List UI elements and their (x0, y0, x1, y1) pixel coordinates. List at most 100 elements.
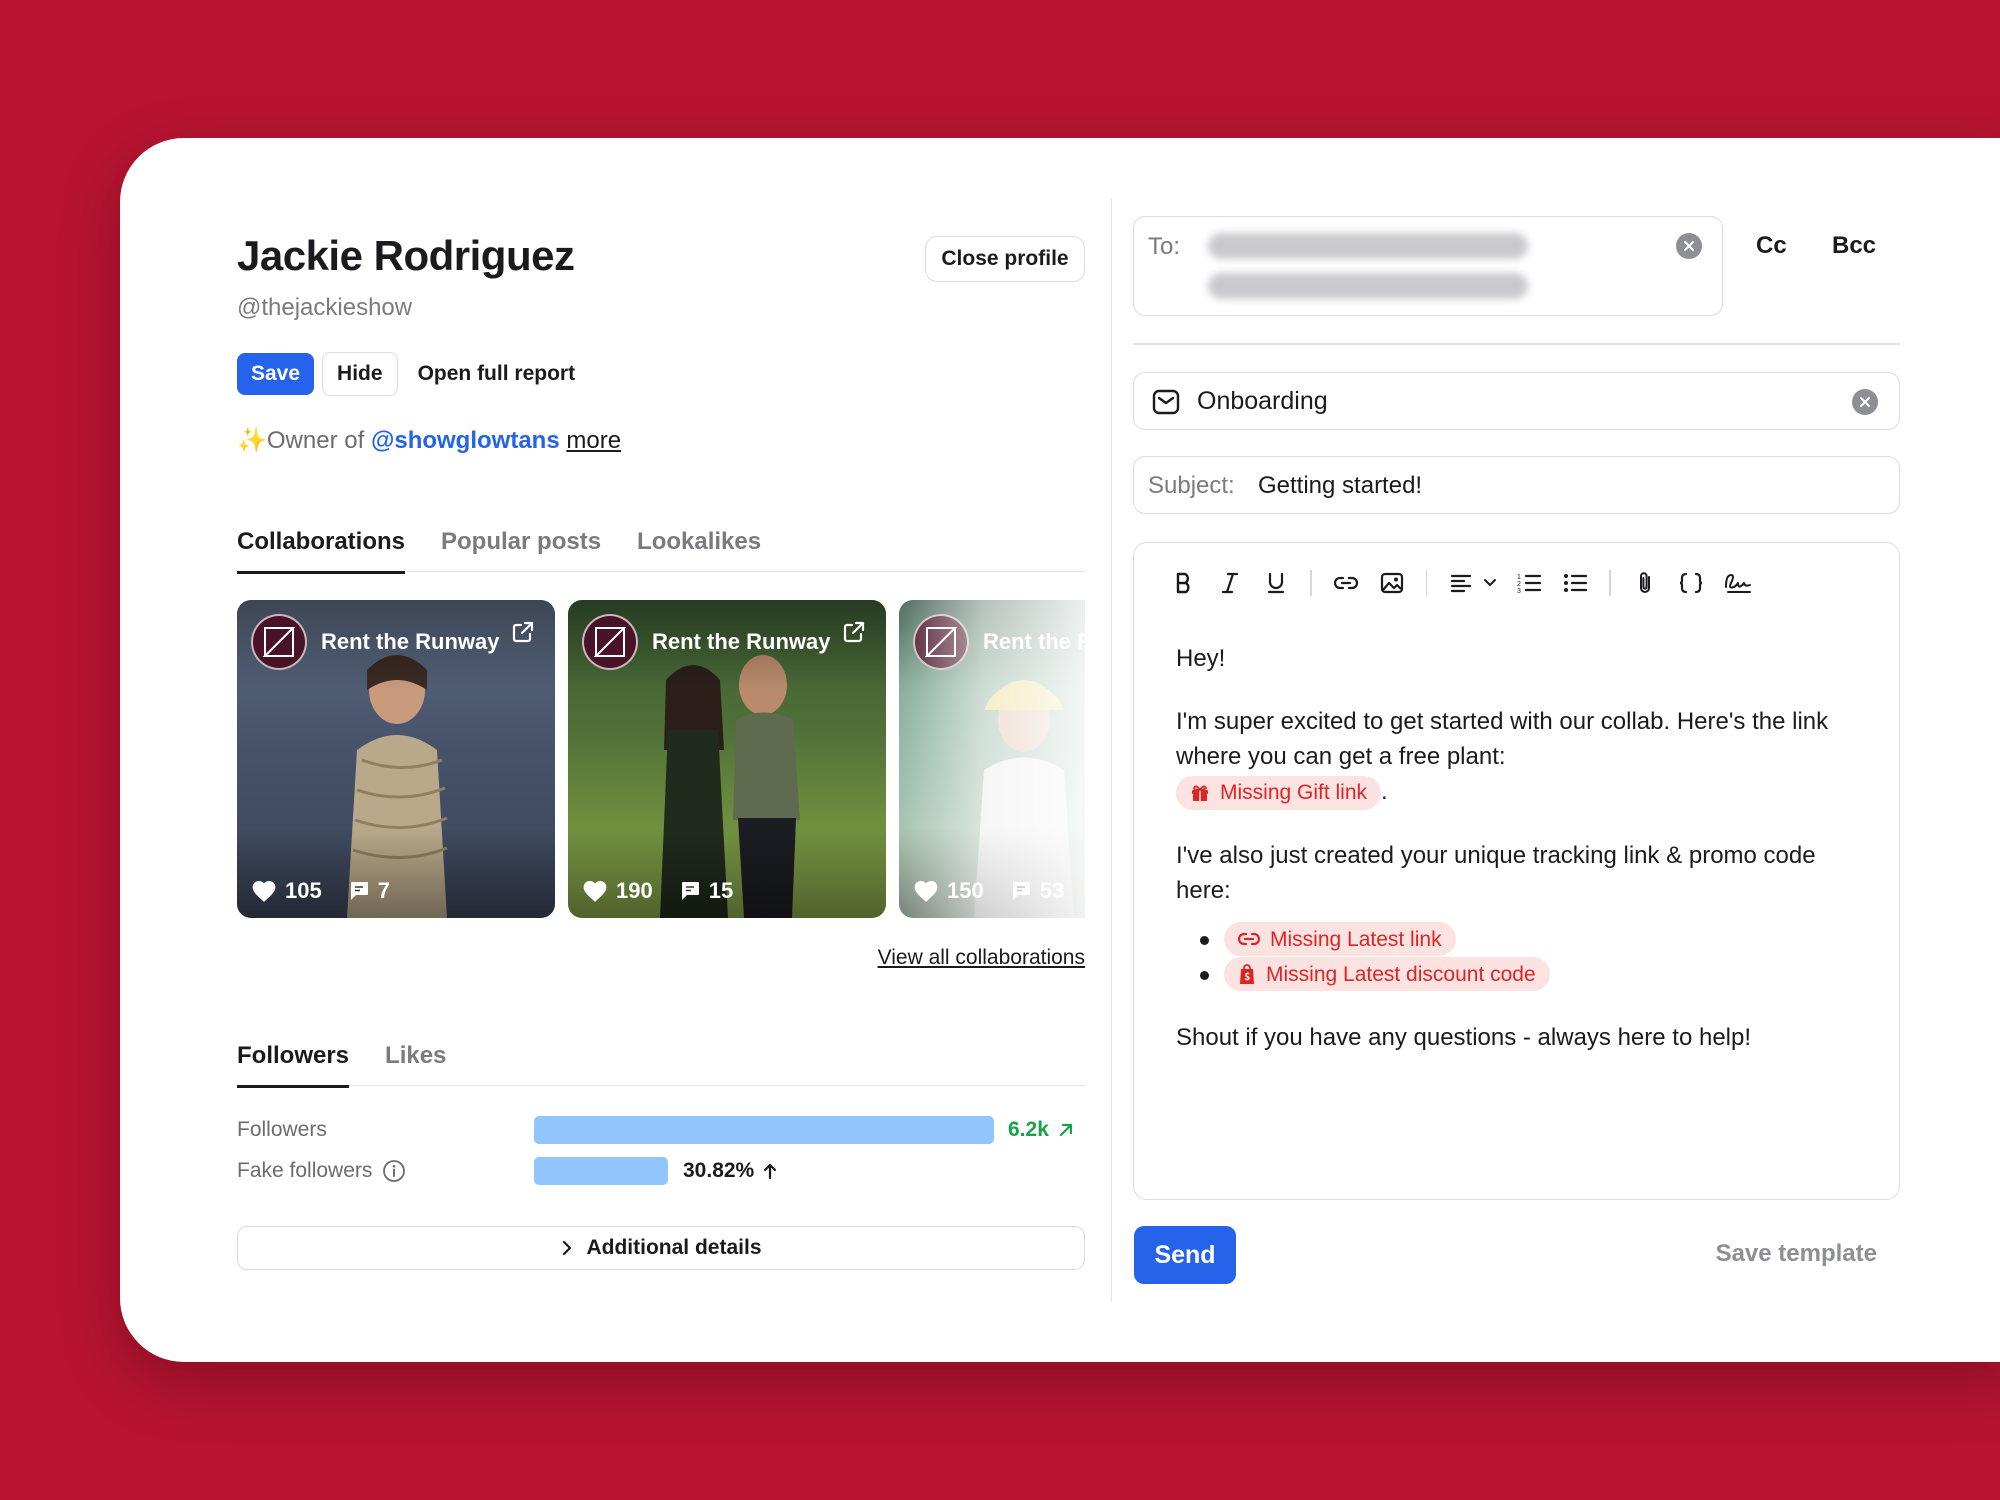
collaboration-card[interactable]: Rent the R 150 53 (899, 600, 1085, 918)
collaboration-card[interactable]: Rent the Runway 105 7 (237, 600, 555, 918)
bold-icon[interactable] (1168, 567, 1200, 599)
tab-likes[interactable]: Likes (385, 1040, 446, 1086)
external-link-icon[interactable] (842, 620, 866, 644)
signature-icon[interactable] (1721, 567, 1753, 599)
cc-button[interactable]: Cc (1756, 232, 1787, 260)
email-paragraph: I've also just created your unique track… (1176, 841, 1816, 904)
brand-logo (251, 614, 307, 670)
collaboration-card[interactable]: Rent the Runway 190 15 (568, 600, 886, 918)
likes-count: 150 (947, 878, 984, 903)
comments-count: 53 (1039, 878, 1065, 903)
clear-icon[interactable] (1852, 389, 1878, 415)
bullet-list-icon[interactable] (1559, 567, 1591, 599)
email-body[interactable]: Hey! I'm super excited to get started wi… (1176, 641, 1876, 1083)
formatting-toolbar: 123 (1168, 567, 1767, 599)
brand-name: Rent the R (983, 629, 1085, 654)
gift-icon (1192, 785, 1208, 801)
shopify-bag-icon (1240, 964, 1254, 985)
bio-more-link[interactable]: more (566, 427, 621, 454)
to-label: To: (1148, 233, 1181, 260)
ordered-list-icon[interactable]: 123 (1513, 567, 1545, 599)
italic-icon[interactable] (1214, 567, 1246, 599)
heart-icon (914, 881, 938, 902)
additional-details-button[interactable]: Additional details (237, 1226, 1085, 1270)
metric-fake-followers-label: Fake followers (237, 1159, 406, 1183)
recipient-chip-redacted[interactable] (1208, 273, 1528, 299)
missing-latest-discount-code-pill[interactable]: Missing Latest discount code (1224, 957, 1550, 992)
view-all-collaborations-link[interactable]: View all collaborations (878, 946, 1085, 970)
align-icon[interactable] (1445, 567, 1477, 599)
subject-field[interactable]: Subject: Getting started! (1133, 456, 1900, 514)
metric-followers-label: Followers (237, 1118, 327, 1141)
likes-count: 105 (285, 878, 322, 903)
comment-icon (681, 882, 699, 900)
bio-mention-link[interactable]: @showglowtans (371, 427, 560, 454)
profile-handle: @thejackieshow (237, 294, 413, 321)
underline-icon[interactable] (1260, 567, 1292, 599)
email-greeting: Hey! (1176, 645, 1226, 672)
svg-text:3: 3 (1517, 588, 1521, 595)
brand-logo (582, 614, 638, 670)
subject-input[interactable]: Getting started! (1258, 472, 1422, 500)
brand-name: Rent the Runway (652, 629, 831, 654)
comments-count: 15 (708, 878, 734, 903)
comment-icon (1012, 882, 1030, 900)
email-body-editor[interactable]: 123 Hey! I'm super excited to get starte… (1133, 542, 1900, 1200)
subject-label: Subject: (1148, 472, 1235, 499)
chevron-down-icon[interactable] (1481, 567, 1499, 599)
missing-latest-link-pill[interactable]: Missing Latest link (1224, 922, 1456, 957)
fake-followers-value: 30.82% (683, 1159, 778, 1183)
list-item: Missing Latest link (1200, 922, 1876, 957)
tab-popular-posts[interactable]: Popular posts (441, 526, 601, 572)
link-icon[interactable] (1330, 567, 1362, 599)
tab-followers[interactable]: Followers (237, 1040, 350, 1088)
comment-icon (350, 882, 368, 900)
brand-logo (913, 614, 969, 670)
post-stats: 105 7 (251, 878, 390, 904)
hide-button[interactable]: Hide (322, 352, 398, 396)
send-button[interactable]: Send (1134, 1226, 1236, 1284)
svg-text:1: 1 (1517, 574, 1521, 581)
panel-divider (1111, 198, 1112, 1302)
profile-actions: Save Hide Open full report (237, 352, 587, 396)
fake-followers-bar (534, 1157, 668, 1185)
template-select[interactable]: Onboarding (1133, 372, 1900, 430)
missing-gift-link-pill[interactable]: Missing Gift link (1176, 775, 1382, 810)
recipient-chip-redacted[interactable] (1208, 233, 1528, 259)
chevron-right-icon (563, 1240, 572, 1256)
heart-icon (252, 881, 276, 902)
image-icon[interactable] (1376, 567, 1408, 599)
pill-list: Missing Latest link Missing Latest disco… (1176, 922, 1876, 992)
brand-name: Rent the Runway (321, 629, 500, 654)
likes-count: 190 (616, 878, 653, 903)
external-link-icon[interactable] (511, 620, 535, 644)
to-field[interactable]: To: (1133, 216, 1723, 316)
clear-icon[interactable] (1676, 233, 1702, 259)
tab-collaborations[interactable]: Collaborations (237, 526, 406, 574)
mail-icon (1152, 389, 1180, 415)
close-profile-button[interactable]: Close profile (925, 236, 1085, 282)
open-full-report-button[interactable]: Open full report (406, 352, 588, 396)
followers-bar (534, 1116, 994, 1144)
code-braces-icon[interactable] (1675, 567, 1707, 599)
list-item: Missing Latest discount code (1200, 957, 1876, 992)
collaborations-carousel: Rent the Runway 105 7 Rent the Runway 19… (237, 600, 1085, 918)
link-icon (1238, 933, 1260, 946)
bcc-button[interactable]: Bcc (1832, 232, 1876, 260)
tab-lookalikes[interactable]: Lookalikes (637, 526, 761, 572)
template-name: Onboarding (1197, 387, 1328, 415)
sparkle-icon: ✨ (237, 427, 267, 454)
bio-prefix: Owner of (266, 427, 365, 454)
attachment-icon[interactable] (1629, 567, 1661, 599)
profile-tabs: Collaborations Popular posts Lookalikes (237, 526, 1085, 574)
post-stats: 190 15 (582, 878, 733, 904)
arrow-up-icon (764, 1163, 777, 1180)
followers-value: 6.2k (1008, 1118, 1075, 1142)
heart-icon (583, 881, 607, 902)
profile-name: Jackie Rodriguez (237, 232, 575, 279)
post-stats: 150 53 (913, 878, 1064, 904)
save-template-button[interactable]: Save template (1716, 1240, 1877, 1268)
info-icon[interactable] (382, 1159, 406, 1183)
comments-count: 7 (377, 878, 390, 903)
save-button[interactable]: Save (237, 353, 315, 395)
